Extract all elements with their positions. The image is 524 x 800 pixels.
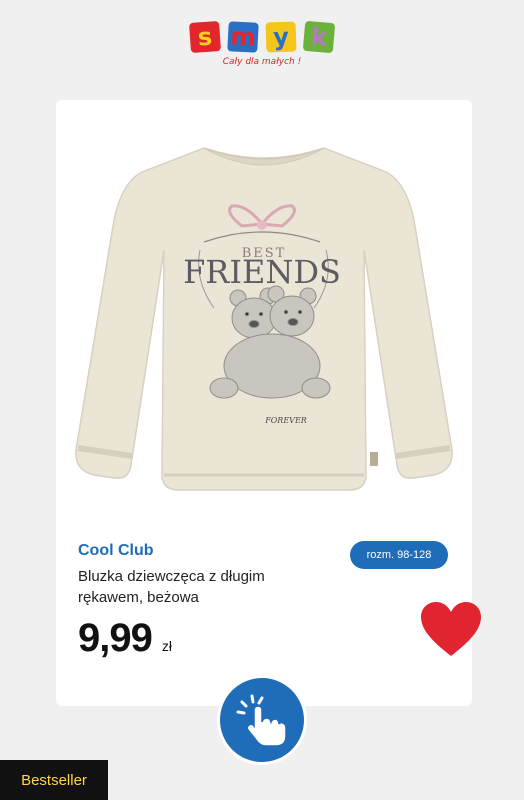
garment-tag bbox=[370, 452, 378, 466]
product-price: 9,99 zł bbox=[78, 616, 172, 661]
heart-icon bbox=[421, 602, 481, 656]
product-name[interactable]: Bluzka dziewczęca z długim rękawem, beżo… bbox=[78, 566, 328, 608]
product-brand[interactable]: Cool Club bbox=[78, 542, 154, 560]
logo-letter-m: m bbox=[227, 21, 259, 53]
price-currency: zł bbox=[161, 638, 172, 654]
product-image[interactable]: BEST FRIENDS FOREVER bbox=[64, 130, 464, 510]
logo-tagline: Cały dla małych ! bbox=[222, 57, 302, 67]
size-badge: rozm. 98-128 bbox=[350, 541, 448, 569]
logo-letter-y: y bbox=[265, 21, 297, 53]
hand-pointer-icon bbox=[236, 694, 287, 747]
print-text-forever: FOREVER bbox=[264, 416, 307, 425]
logo-letter-s: s bbox=[188, 20, 222, 54]
logo-letters: s m y k bbox=[188, 20, 336, 56]
favorite-button[interactable] bbox=[419, 600, 483, 660]
bestseller-badge: Bestseller bbox=[0, 760, 108, 800]
price-value: 9,99 bbox=[78, 616, 153, 660]
print-text-friends: FRIENDS bbox=[183, 253, 341, 291]
logo-letter-k: k bbox=[302, 20, 336, 54]
smyk-logo[interactable]: s m y k Cały dla małych ! bbox=[188, 20, 336, 72]
tap-button[interactable] bbox=[217, 675, 307, 765]
